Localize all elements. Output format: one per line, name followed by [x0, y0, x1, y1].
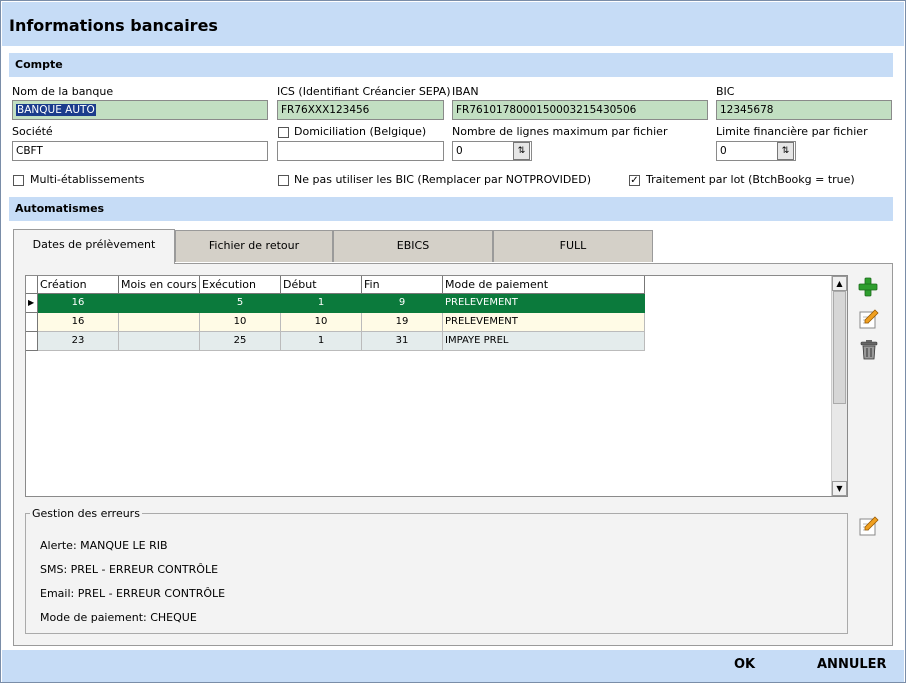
limit-label: Limite financière par fichier	[716, 125, 868, 138]
tab-ebics[interactable]: EBICS	[333, 230, 493, 262]
errors-mode-paiement: Mode de paiement: CHEQUE	[40, 611, 197, 624]
cell-mode-paiement[interactable]: PRELEVEMENT	[443, 313, 645, 332]
section-compte-label: Compte	[15, 58, 63, 71]
window-title: Informations bancaires	[9, 16, 218, 35]
bank-name-field[interactable]: BANQUE AUTO	[12, 100, 268, 120]
col-fin[interactable]: Fin	[362, 276, 443, 294]
cell-debut[interactable]: 10	[281, 313, 362, 332]
bank-name-label: Nom de la banque	[12, 85, 114, 98]
action-bar: OK ANNULER	[2, 650, 904, 682]
scroll-thumb[interactable]	[833, 291, 846, 404]
cell-mois-en-cours[interactable]	[119, 313, 200, 332]
bank-name-value: BANQUE AUTO	[16, 104, 96, 116]
col-mois-en-cours[interactable]: Mois en cours	[119, 276, 200, 294]
pencil-icon[interactable]	[858, 308, 880, 330]
errors-alerte: Alerte: MANQUE LE RIB	[40, 539, 168, 552]
cell-creation[interactable]: 16	[38, 294, 119, 313]
max-lines-label: Nombre de lignes maximum par fichier	[452, 125, 668, 138]
no-bic-label: Ne pas utiliser les BIC (Remplacer par N…	[294, 173, 592, 186]
multi-checkbox[interactable]	[13, 175, 24, 186]
grid-header-indicator	[26, 276, 38, 294]
cell-mois-en-cours[interactable]	[119, 294, 200, 313]
limit-spin-icon[interactable]: ⇅	[777, 142, 794, 160]
pencil-icon[interactable]	[858, 515, 880, 537]
cell-fin[interactable]: 9	[362, 294, 443, 313]
domiciliation-field[interactable]	[277, 141, 444, 161]
cell-creation[interactable]: 23	[38, 332, 119, 351]
cell-mode-paiement[interactable]: IMPAYE PREL	[443, 332, 645, 351]
cell-mode-paiement[interactable]: PRELEVEMENT	[443, 294, 645, 313]
table-row[interactable]: 16 10 10 19 PRELEVEMENT	[26, 313, 645, 332]
tab-dates-prelevement[interactable]: Dates de prélèvement	[13, 229, 175, 264]
bank-info-window: Informations bancaires Compte Nom de la …	[0, 0, 906, 683]
cell-debut[interactable]: 1	[281, 332, 362, 351]
cell-execution[interactable]: 5	[200, 294, 281, 313]
row-indicator	[26, 313, 38, 332]
errors-group: Gestion des erreurs Alerte: MANQUE LE RI…	[25, 507, 848, 634]
cell-mois-en-cours[interactable]	[119, 332, 200, 351]
cell-fin[interactable]: 31	[362, 332, 443, 351]
plus-icon[interactable]	[857, 276, 879, 298]
col-creation[interactable]: Création	[38, 276, 119, 294]
societe-label: Société	[12, 125, 53, 138]
row-indicator	[26, 332, 38, 351]
col-execution[interactable]: Exécution	[200, 276, 281, 294]
errors-group-title: Gestion des erreurs	[30, 507, 142, 520]
current-row-icon: ▶	[26, 294, 38, 313]
scroll-up-icon[interactable]: ▲	[832, 276, 847, 291]
bic-label: BIC	[716, 85, 735, 98]
ics-label: ICS (Identifiant Créancier SEPA)	[277, 85, 451, 98]
iban-field[interactable]: FR7610178000150003215430506	[452, 100, 708, 120]
table-row[interactable]: 23 25 1 31 IMPAYE PREL	[26, 332, 645, 351]
ok-button[interactable]: OK	[734, 657, 755, 672]
cancel-button[interactable]: ANNULER	[817, 657, 887, 672]
col-debut[interactable]: Début	[281, 276, 362, 294]
grid-scrollbar[interactable]: ▲ ▼	[831, 276, 847, 496]
trash-icon[interactable]	[858, 339, 880, 361]
section-compte: Compte	[9, 53, 893, 77]
grid-header: Création Mois en cours Exécution Début F…	[26, 276, 645, 294]
societe-field[interactable]: CBFT	[12, 141, 268, 161]
domiciliation-label: Domiciliation (Belgique)	[294, 125, 427, 138]
domiciliation-checkbox[interactable]	[278, 127, 289, 138]
bic-field[interactable]: 12345678	[716, 100, 892, 120]
table-row[interactable]: ▶ 16 5 1 9 PRELEVEMENT	[26, 294, 645, 313]
max-lines-spin-icon[interactable]: ⇅	[513, 142, 530, 160]
cell-fin[interactable]: 19	[362, 313, 443, 332]
multi-label: Multi-établissements	[30, 173, 145, 186]
cell-execution[interactable]: 10	[200, 313, 281, 332]
no-bic-checkbox[interactable]	[278, 175, 289, 186]
section-automatismes: Automatismes	[9, 197, 893, 221]
col-mode-paiement[interactable]: Mode de paiement	[443, 276, 645, 294]
errors-email: Email: PREL - ERREUR CONTRÔLE	[40, 587, 226, 600]
cell-debut[interactable]: 1	[281, 294, 362, 313]
scroll-down-icon[interactable]: ▼	[832, 481, 847, 496]
prelevement-grid: Création Mois en cours Exécution Début F…	[25, 275, 848, 497]
ics-field[interactable]: FR76XXX123456	[277, 100, 444, 120]
title-bar: Informations bancaires	[2, 2, 904, 46]
iban-label: IBAN	[452, 85, 479, 98]
batch-label: Traitement par lot (BtchBookg = true)	[646, 173, 855, 186]
tab-fichier-retour[interactable]: Fichier de retour	[175, 230, 333, 262]
errors-sms: SMS: PREL - ERREUR CONTRÔLE	[40, 563, 219, 576]
cell-creation[interactable]: 16	[38, 313, 119, 332]
tab-full[interactable]: FULL	[493, 230, 653, 262]
section-automatismes-label: Automatismes	[15, 202, 105, 215]
cell-execution[interactable]: 25	[200, 332, 281, 351]
batch-checkbox[interactable]: ✓	[629, 175, 640, 186]
